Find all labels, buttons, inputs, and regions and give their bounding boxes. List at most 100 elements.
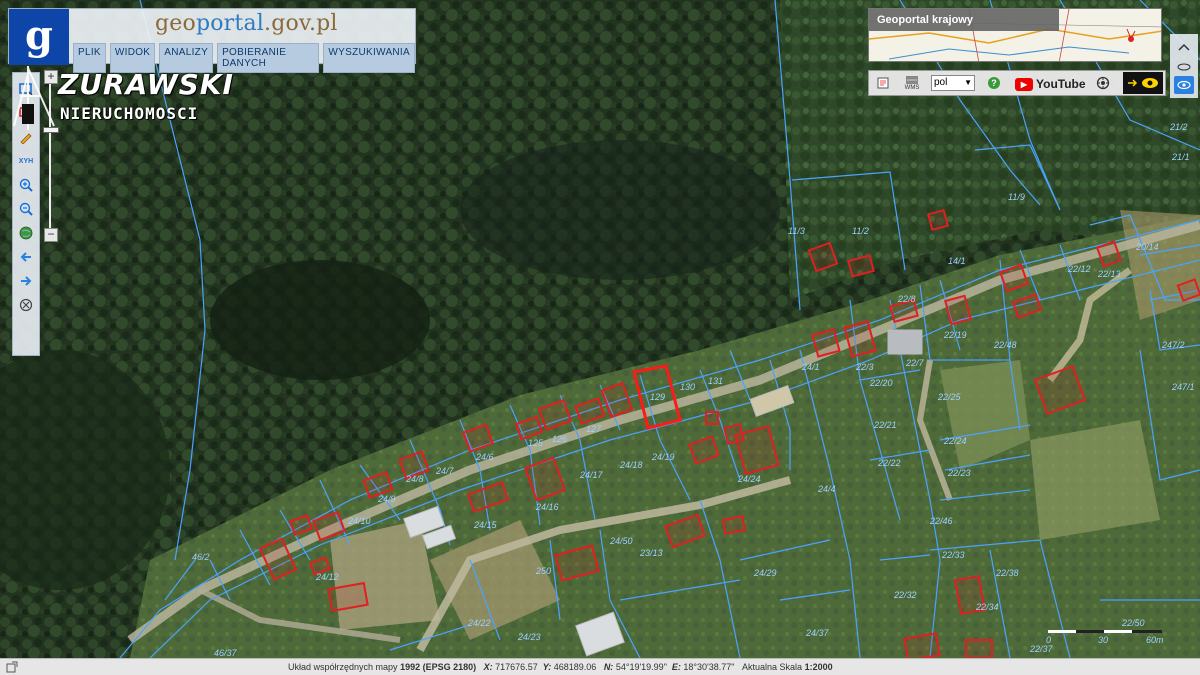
overview-map-panel[interactable]: Geoportal krajowy bbox=[868, 8, 1162, 62]
scale-bar-graphic: 0 30 60m bbox=[1046, 630, 1164, 645]
coord-system-label: Układ współrzędnych mapy bbox=[288, 662, 398, 672]
site-title-mid: portal bbox=[195, 11, 264, 36]
site-title[interactable]: geoportal.gov.pl bbox=[155, 11, 338, 36]
help-icon[interactable]: ? bbox=[987, 74, 1001, 92]
parcel-label: 24/1 bbox=[801, 362, 820, 372]
arrow-icon bbox=[1128, 79, 1138, 87]
parcel-label: 24/4 bbox=[817, 484, 836, 494]
y-label: Y: bbox=[542, 662, 552, 672]
zoom-in-icon[interactable] bbox=[15, 175, 37, 195]
parcel-label: 22/33 bbox=[941, 550, 965, 560]
select-clear-icon[interactable] bbox=[15, 103, 37, 123]
settings-icon[interactable] bbox=[1095, 74, 1111, 92]
back-arrow-icon[interactable] bbox=[15, 247, 37, 267]
scale-bar: 0 30 60m bbox=[1046, 628, 1176, 648]
parcel-label: 22/3 bbox=[855, 362, 874, 372]
parcel-label: 22/13 bbox=[1097, 269, 1121, 279]
parcel-label: 22/19 bbox=[943, 330, 967, 340]
parcel-label: 22/24 bbox=[943, 436, 967, 446]
eye-icon bbox=[1142, 78, 1158, 88]
select-rect-icon[interactable] bbox=[15, 79, 37, 99]
parcel-label: 24/9 bbox=[377, 494, 396, 504]
parcel-label: 24/18 bbox=[619, 460, 643, 470]
overview-label: Geoportal krajowy bbox=[869, 9, 1059, 31]
close-circle-icon[interactable] bbox=[15, 295, 37, 315]
eye-toggle-icon[interactable] bbox=[1174, 76, 1194, 94]
top-menu: PLIK WIDOK ANALIZY POBIERANIE DANYCH WYS… bbox=[73, 43, 415, 73]
youtube-link[interactable]: ▶ YouTube bbox=[1015, 75, 1086, 93]
print-icon[interactable] bbox=[875, 74, 891, 92]
parcel-label: 24/23 bbox=[517, 632, 541, 642]
parcel-label: 250 bbox=[535, 566, 551, 576]
menu-analizy[interactable]: ANALIZY bbox=[159, 43, 214, 73]
parcel-label: 22/21 bbox=[873, 420, 897, 430]
parcel-label: 11/3 bbox=[788, 226, 805, 236]
help-label: ? bbox=[988, 77, 1000, 89]
zoom-plus-button[interactable]: + bbox=[44, 70, 58, 84]
parcel-label: 14/1 bbox=[948, 256, 966, 266]
parcel-label: 24/37 bbox=[805, 628, 830, 638]
geoportal-logo[interactable]: g bbox=[9, 9, 69, 65]
zoom-minus-button[interactable]: − bbox=[44, 228, 58, 242]
parcel-label: 24/12 bbox=[315, 572, 339, 582]
n-value: 54°19'19.99" bbox=[615, 662, 667, 672]
parcel-label: 126 bbox=[552, 434, 567, 444]
map-view[interactable]: 11/3 11/2 11/9 14/1 20/14 21/2 21/1 22/12 22/13 2… bbox=[0, 0, 1200, 658]
forward-arrow-icon[interactable] bbox=[15, 271, 37, 291]
pencil-icon[interactable] bbox=[15, 127, 37, 147]
scale-value: 1:2000 bbox=[804, 662, 833, 672]
e-label: E: bbox=[671, 662, 681, 672]
zoom-slider[interactable]: + − bbox=[43, 70, 59, 242]
resize-icon[interactable] bbox=[6, 661, 18, 673]
parcel-label: 22/46 bbox=[929, 516, 953, 526]
parcel-label: 24/7 bbox=[435, 466, 455, 476]
parcel-label: 22/48 bbox=[993, 340, 1017, 350]
chevron-down-icon: ▼ bbox=[964, 78, 972, 87]
wms-label: WMS bbox=[904, 85, 920, 91]
parcel-label: 11/2 bbox=[852, 226, 869, 236]
left-toolbar: XYH bbox=[12, 72, 40, 356]
parcel-label: 46/37 bbox=[214, 648, 238, 658]
map-canvas[interactable]: 11/3 11/2 11/9 14/1 20/14 21/2 21/1 22/12 22/13 2… bbox=[0, 0, 1200, 658]
parcel-label: 24/15 bbox=[473, 520, 498, 530]
layers-icon[interactable] bbox=[1174, 58, 1194, 76]
parcel-label: 24/29 bbox=[753, 568, 777, 578]
right-side-panel bbox=[1170, 34, 1198, 98]
parcel-label: 24/22 bbox=[467, 618, 491, 628]
zoom-thumb[interactable] bbox=[43, 127, 59, 134]
globe-icon[interactable] bbox=[15, 223, 37, 243]
zoom-out-icon[interactable] bbox=[15, 199, 37, 219]
menu-widok[interactable]: WIDOK bbox=[109, 43, 156, 73]
y-value: 468189.06 bbox=[553, 662, 597, 672]
scale-label-0: 0 bbox=[1046, 635, 1051, 645]
parcel-label: 130 bbox=[680, 382, 695, 392]
parcel-label: 22/20 bbox=[869, 378, 893, 388]
x-label: X: bbox=[483, 662, 493, 672]
status-text: Układ współrzędnych mapy 1992 (EPSG 2180… bbox=[288, 662, 833, 672]
e-value: 18°30'38.77" bbox=[683, 662, 735, 672]
xyh-icon[interactable]: XYH bbox=[15, 151, 37, 171]
accessibility-toggle[interactable] bbox=[1123, 72, 1163, 94]
parcel-label: 247/2 bbox=[1161, 340, 1185, 350]
menu-wyszukiwania[interactable]: WYSZUKIWANIA bbox=[323, 43, 415, 73]
parcel-label: 46/2 bbox=[192, 552, 210, 562]
wms-icon[interactable]: WMS bbox=[903, 74, 921, 92]
scale-label-30: 30 bbox=[1098, 635, 1108, 645]
parcel-label: 22/23 bbox=[947, 468, 971, 478]
parcel-label: 22/38 bbox=[995, 568, 1019, 578]
menu-pobieranie-danych[interactable]: POBIERANIE DANYCH bbox=[217, 43, 320, 73]
youtube-label: YouTube bbox=[1036, 77, 1086, 91]
site-title-suffix: .gov.pl bbox=[264, 11, 338, 36]
menu-plik[interactable]: PLIK bbox=[73, 43, 106, 73]
parcel-label: 22/25 bbox=[937, 392, 962, 402]
language-select[interactable]: pol ▼ bbox=[931, 75, 975, 91]
parcel-label: 21/1 bbox=[1171, 152, 1190, 162]
parcel-label: 24/6 bbox=[475, 452, 494, 462]
chevron-up-icon[interactable] bbox=[1174, 38, 1194, 56]
parcel-label: 22/50 bbox=[1121, 618, 1145, 628]
site-title-prefix: geo bbox=[155, 11, 196, 36]
parcel-label: 24/50 bbox=[609, 536, 633, 546]
parcel-label: 24/8 bbox=[405, 474, 424, 484]
youtube-icon: ▶ bbox=[1015, 77, 1033, 91]
parcel-label: 22/12 bbox=[1067, 264, 1091, 274]
